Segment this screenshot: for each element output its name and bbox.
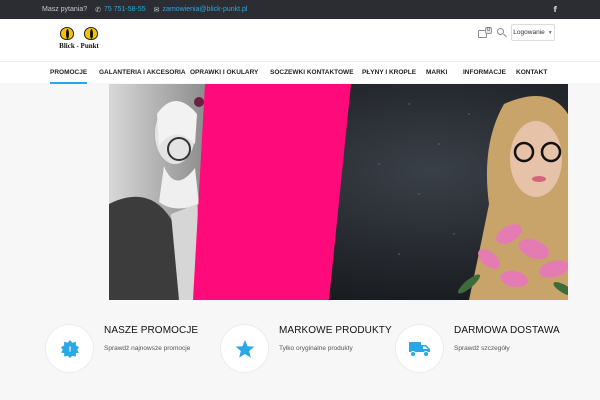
nav-item-informacje[interactable]: INFORMACJE [463, 69, 506, 76]
hero-banner[interactable] [109, 84, 568, 300]
cart-button[interactable]: 0 [478, 27, 492, 39]
nav-item-oprawki[interactable]: OPRAWKI I OKULARY [190, 69, 258, 76]
phone-number: 75 751-58-55 [104, 6, 146, 13]
phone-link[interactable]: ✆ 75 751-58-55 [95, 6, 146, 14]
feature-title: NASZE PROMOCJE [104, 325, 199, 336]
logo-eye-right-icon [84, 27, 98, 40]
cart-count-badge: 0 [485, 27, 492, 34]
feature-subtitle: Tylko oryginalne produkty [279, 345, 353, 352]
phone-icon: ✆ [95, 6, 102, 14]
login-dropdown[interactable]: Logowanie ▼ [511, 24, 555, 41]
logo-text: Blick - Punkt [59, 42, 99, 50]
main-navigation: PROMOCJE GALANTERIA I AKCESORIA OPRAWKI … [0, 61, 600, 84]
star-icon [235, 339, 254, 358]
logo[interactable]: Blick - Punkt [54, 27, 104, 53]
contact-info: Masz pytania? ✆ 75 751-58-55 ✉ zamowieni… [42, 0, 247, 19]
search-button[interactable] [496, 27, 508, 39]
feature-brands[interactable]: MARKOWE PRODUKTY Tylko oryginalne produk… [221, 325, 392, 375]
email-address: zamowienia@blick-punkt.pl [162, 6, 248, 13]
envelope-icon: ✉ [153, 6, 160, 14]
top-bar: Masz pytania? ✆ 75 751-58-55 ✉ zamowieni… [0, 0, 600, 19]
nav-item-marki[interactable]: MARKI [426, 69, 447, 76]
feature-free-delivery[interactable]: DARMOWA DOSTAWA Sprawdź szczegóły [396, 325, 566, 375]
logo-eye-left-icon [60, 27, 74, 40]
feature-title: DARMOWA DOSTAWA [454, 325, 560, 336]
hero-image [109, 84, 568, 300]
nav-item-plyny[interactable]: PŁYNY I KROPLE [362, 69, 416, 76]
email-link[interactable]: ✉ zamowienia@blick-punkt.pl [154, 6, 248, 14]
login-label: Logowanie [513, 29, 545, 36]
nav-item-soczewki[interactable]: SOCZEWKI KONTAKTOWE [270, 69, 354, 76]
feature-subtitle: Sprawdź szczegóły [454, 345, 510, 352]
question-text: Masz pytania? [42, 6, 88, 13]
feature-subtitle: Sprawdź najnowsze promocje [104, 345, 191, 352]
feature-icon-circle [221, 325, 268, 372]
feature-promotions[interactable]: ! NASZE PROMOCJE Sprawdź najnowsze promo… [46, 325, 206, 375]
truck-icon [408, 341, 430, 357]
header: Blick - Punkt [0, 19, 600, 61]
feature-icon-circle [396, 325, 443, 372]
feature-title: MARKOWE PRODUKTY [279, 325, 392, 336]
logo-eyes [54, 27, 104, 40]
badge-icon: ! [60, 339, 79, 358]
features-section: ! NASZE PROMOCJE Sprawdź najnowsze promo… [0, 300, 600, 400]
svg-text:!: ! [68, 344, 71, 353]
nav-item-promocje[interactable]: PROMOCJE [50, 62, 88, 84]
chevron-down-icon: ▼ [547, 29, 553, 36]
facebook-icon[interactable]: f [554, 5, 557, 14]
nav-item-kontakt[interactable]: KONTAKT [516, 69, 547, 76]
feature-icon-circle: ! [46, 325, 93, 372]
nav-item-galanteria[interactable]: GALANTERIA I AKCESORIA [99, 69, 186, 76]
